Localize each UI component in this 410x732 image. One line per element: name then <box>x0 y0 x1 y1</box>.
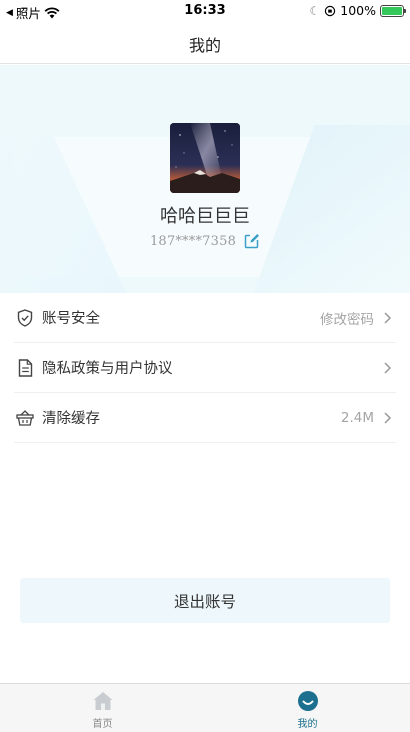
document-icon <box>16 358 34 377</box>
shield-icon <box>16 308 34 327</box>
profile-header: 哈哈巨巨巨 187****7358 <box>0 65 410 293</box>
edit-icon[interactable] <box>244 233 261 249</box>
orientation-lock-icon <box>325 5 336 16</box>
phone-number: 187****7358 <box>149 233 237 249</box>
nav-bar: 我的 <box>0 22 410 64</box>
page-title: 我的 <box>188 36 221 55</box>
tab-bar: 首页 我的 <box>0 683 410 732</box>
username: 哈哈巨巨巨 <box>160 206 250 227</box>
menu-item-label: 账号安全 <box>42 311 100 327</box>
tab-label: 我的 <box>297 719 318 730</box>
basket-icon <box>16 409 34 427</box>
battery-percent: 100% <box>340 3 376 18</box>
menu-item-label: 隐私政策与用户协议 <box>42 361 173 377</box>
settings-menu: 账号安全 修改密码 隐私政策与用户协议 清除缓存 2.4M <box>14 293 396 443</box>
menu-item-label: 清除缓存 <box>42 411 100 427</box>
change-password-link[interactable]: 修改密码 <box>320 308 374 328</box>
moon-icon: ☾ <box>309 3 321 18</box>
tab-mine[interactable]: 我的 <box>205 684 410 732</box>
logout-button[interactable]: 退出账号 <box>20 578 390 623</box>
chevron-right-icon <box>384 311 392 324</box>
menu-item-clear-cache[interactable]: 清除缓存 2.4M <box>14 393 396 443</box>
tab-label: 首页 <box>92 719 113 730</box>
avatar[interactable] <box>170 123 240 193</box>
status-bar: ◀ 照片 16:33 ☾ 100% <box>0 0 410 22</box>
chevron-right-icon <box>384 411 392 424</box>
menu-item-privacy-policy[interactable]: 隐私政策与用户协议 <box>14 343 396 393</box>
smile-icon <box>297 691 318 711</box>
chevron-right-icon <box>384 361 392 374</box>
battery-icon <box>380 4 406 17</box>
tab-home[interactable]: 首页 <box>0 684 205 732</box>
menu-item-account-security[interactable]: 账号安全 修改密码 <box>14 293 396 343</box>
avatar-image <box>170 123 240 193</box>
home-icon <box>93 692 112 710</box>
cache-size: 2.4M <box>340 409 374 426</box>
